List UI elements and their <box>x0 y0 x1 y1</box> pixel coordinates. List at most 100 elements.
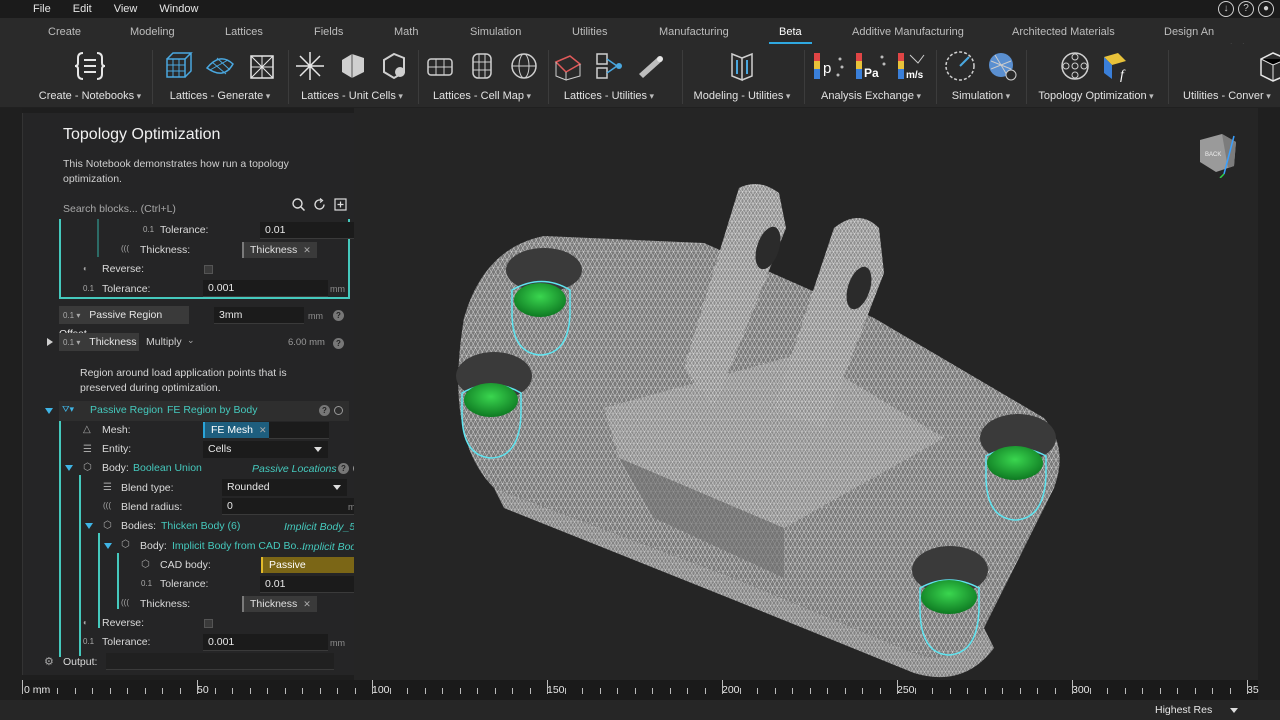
lattice-nodes-icon[interactable] <box>591 48 626 84</box>
ribbon-group-modeling-utilities[interactable]: Modeling - Utilities <box>684 44 800 108</box>
tab-architected-materials[interactable]: Architected Materials <box>1012 26 1115 38</box>
lattice-grid-icon[interactable] <box>244 48 280 84</box>
lattice-utility-icon[interactable] <box>550 48 585 84</box>
expand-icon[interactable] <box>47 338 53 346</box>
tab-modeling[interactable]: Modeling <box>130 26 175 38</box>
collapse-icon[interactable] <box>65 465 73 471</box>
blend-type-select[interactable]: Rounded <box>222 479 347 496</box>
refresh-icon[interactable] <box>313 198 326 211</box>
collapse-icon[interactable] <box>45 408 53 414</box>
ribbon-group-topology-optimization[interactable]: f Topology Optimization <box>1028 44 1164 108</box>
help-icon[interactable]: ? <box>1238 1 1254 17</box>
ribbon-group-lattices-generate[interactable]: Lattices - Generate <box>156 44 284 108</box>
modeling-slice-icon[interactable] <box>724 48 760 84</box>
simulation-sphere-icon[interactable] <box>984 48 1020 84</box>
topology-lattice-icon[interactable] <box>1057 48 1093 84</box>
pressure-p-icon[interactable]: p <box>811 48 847 84</box>
entity-select[interactable]: Cells <box>203 441 328 458</box>
status-circle-icon[interactable] <box>334 406 343 415</box>
view-cube[interactable]: BACK <box>1198 130 1240 183</box>
passive-region-header[interactable]: ⛛▾ Passive Region FE Region by Body <box>59 401 349 421</box>
tab-utilities[interactable]: Utilities <box>572 26 607 38</box>
lattice-rod-icon[interactable] <box>633 48 668 84</box>
tab-simulation[interactable]: Simulation <box>470 26 521 38</box>
ribbon-group-lattices-utilities[interactable]: Lattices - Utilities <box>550 44 668 108</box>
body-value[interactable]: Boolean Union <box>133 462 202 474</box>
tolerance-field[interactable]: 0.001 <box>203 634 328 651</box>
remove-icon[interactable]: ✕ <box>303 599 311 609</box>
remove-icon[interactable]: ✕ <box>303 245 311 255</box>
lattice-cube-icon[interactable] <box>160 48 196 84</box>
lattice-surface-icon[interactable] <box>202 48 238 84</box>
3d-viewport[interactable] <box>354 108 1258 680</box>
mesh-model[interactable] <box>354 108 1258 680</box>
ribbon-group-lattices-unit-cells[interactable]: Lattices - Unit Cells <box>290 44 414 108</box>
thickness-mode[interactable]: Multiply <box>146 336 182 348</box>
tab-beta[interactable]: Beta <box>769 26 812 44</box>
account-icon[interactable]: ● <box>1258 1 1274 17</box>
menu-edit[interactable]: Edit <box>62 3 103 15</box>
unit-cell-solid-icon[interactable] <box>334 48 370 84</box>
passive-region-offset-field[interactable]: 3mm <box>214 307 304 324</box>
tab-additive-manufacturing[interactable]: Additive Manufacturing <box>852 26 964 38</box>
help-icon[interactable]: ? <box>333 338 344 349</box>
ribbon-group-analysis-exchange[interactable]: p Pa m/s Analysis Exchange <box>806 44 936 108</box>
status-circle-icon[interactable] <box>353 464 354 473</box>
body2-value[interactable]: Implicit Body from CAD Bo... <box>172 540 305 552</box>
ribbon-group-create-notebooks[interactable]: Create - Notebooks <box>30 44 150 108</box>
menu-window[interactable]: Window <box>148 3 209 15</box>
menu-view[interactable]: View <box>103 3 149 15</box>
velocity-ms-icon[interactable]: m/s <box>895 48 931 84</box>
ribbon-group-lattices-cell-map[interactable]: Lattices - Cell Map <box>420 44 544 108</box>
simulation-gauge-icon[interactable] <box>942 48 978 84</box>
topology-field-icon[interactable]: f <box>1099 48 1135 84</box>
add-block-icon[interactable] <box>334 198 347 211</box>
numeric-icon: 0.1 ▾ <box>63 338 81 347</box>
collapse-icon[interactable] <box>104 543 112 549</box>
ribbon-group-utilities-convert[interactable]: Utilities - Conver <box>1178 44 1280 108</box>
download-icon[interactable]: ↓ <box>1218 1 1234 17</box>
unit-cell-star-icon[interactable] <box>292 48 328 84</box>
cell-map-cylinder-icon[interactable] <box>464 48 500 84</box>
cell-map-box-icon[interactable] <box>422 48 458 84</box>
notebook-icon[interactable] <box>72 48 108 84</box>
ribbon-group-simulation[interactable]: Simulation <box>938 44 1024 108</box>
collapse-icon[interactable] <box>85 523 93 529</box>
menu-file[interactable]: File <box>0 3 62 15</box>
thickness-chip[interactable]: Thickness ✕ <box>242 242 317 258</box>
help-icon[interactable]: ? <box>338 463 349 474</box>
tolerance-field[interactable]: 0.01 <box>260 576 354 593</box>
tab-design-an[interactable]: Design An <box>1164 26 1214 38</box>
passive-faces-chip[interactable]: Passive Faces✕ <box>261 557 354 587</box>
tab-fields[interactable]: Fields <box>314 26 343 38</box>
fe-mesh-chip[interactable]: FE Mesh ✕ <box>203 422 273 438</box>
tolerance-field[interactable]: 0.01 <box>260 222 354 239</box>
blend-radius-field[interactable]: 0 <box>222 498 354 515</box>
reverse-checkbox[interactable] <box>204 265 213 274</box>
reverse-checkbox[interactable] <box>204 619 213 628</box>
tab-lattices[interactable]: Lattices <box>225 26 263 38</box>
tab-math[interactable]: Math <box>394 26 418 38</box>
block-search[interactable] <box>63 198 353 215</box>
tab-create[interactable]: Create <box>48 26 81 38</box>
help-icon[interactable]: ? <box>319 405 330 416</box>
thickness-chip[interactable]: Thickness ✕ <box>242 596 317 612</box>
tab-manufacturing[interactable]: Manufacturing <box>659 26 729 38</box>
convert-cube-icon[interactable] <box>1256 48 1280 84</box>
pressure-pa-icon[interactable]: Pa <box>853 48 889 84</box>
cell-map-sphere-icon[interactable] <box>506 48 542 84</box>
ruler-tick <box>214 688 216 694</box>
output-field[interactable] <box>106 653 334 670</box>
remove-icon[interactable]: ✕ <box>259 425 267 435</box>
bodies-value[interactable]: Thicken Body (6) <box>161 520 240 532</box>
search-icon[interactable] <box>292 198 306 212</box>
search-input[interactable] <box>63 203 283 215</box>
mode-dropdown-icon[interactable]: ⌄ <box>187 335 195 346</box>
thickness-block[interactable]: 0.1 ▾ Thickness <box>59 333 139 351</box>
resolution-select[interactable]: Highest Res <box>1150 702 1242 718</box>
unit-cell-edit-icon[interactable] <box>376 48 412 84</box>
tolerance-field[interactable]: 0.001 <box>203 280 328 297</box>
passive-region-offset-block[interactable]: 0.1 ▾ Passive Region Offset <box>59 306 189 340</box>
mesh-field[interactable] <box>269 422 329 439</box>
help-icon[interactable]: ? <box>333 310 344 321</box>
